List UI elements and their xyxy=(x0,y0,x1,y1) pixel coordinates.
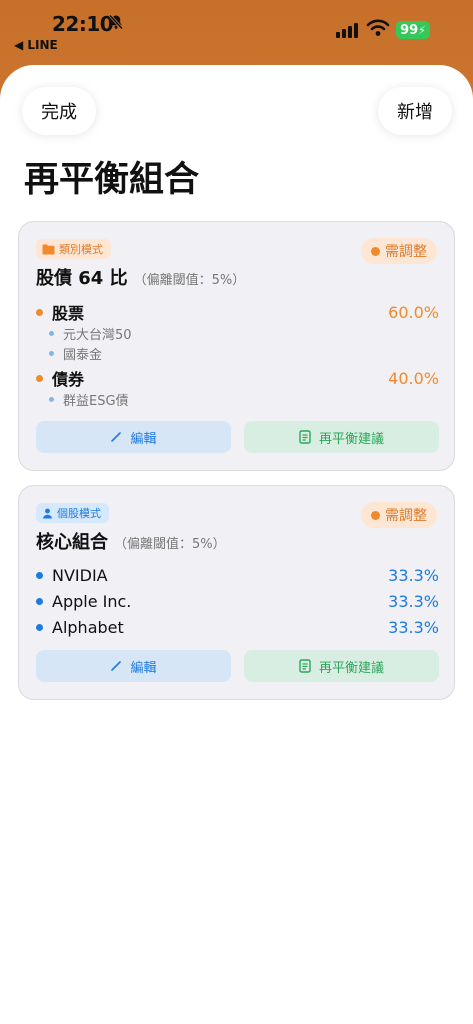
rebalance-suggestion-button[interactable]: 再平衡建議 xyxy=(244,650,439,682)
folder-icon xyxy=(42,244,55,254)
portfolio-name: 核心組合 xyxy=(36,532,108,553)
holding-name: Alphabet xyxy=(52,617,124,637)
holding-row-nvidia: NVIDIA 33.3% xyxy=(36,563,439,587)
edit-label: 編輯 xyxy=(130,660,157,676)
bullet-icon xyxy=(36,308,43,316)
bullet-icon xyxy=(36,571,43,579)
threshold-label: （偏離閾值：5%） xyxy=(114,537,226,552)
holding-row: 群益ESG債 xyxy=(49,389,129,409)
charging-bolt-icon: ⚡ xyxy=(418,23,426,37)
bullet-icon xyxy=(36,374,43,382)
mode-label: 類別模式 xyxy=(59,243,103,256)
bullet-icon xyxy=(36,597,43,605)
status-label: 需調整 xyxy=(385,508,427,524)
holding-name: 國泰金 xyxy=(63,347,103,363)
category-name: 債券 xyxy=(52,370,85,389)
status-bar: 22:10 ◀ LINE 99 ⚡ xyxy=(0,0,473,62)
holding-name: 群益ESG債 xyxy=(63,393,129,409)
wifi-icon xyxy=(366,16,390,42)
holding-row-alphabet: Alphabet 33.3% xyxy=(36,615,439,639)
cellular-signal-icon xyxy=(336,22,358,38)
holding-percent: 33.3% xyxy=(388,617,439,637)
holding-percent: 33.3% xyxy=(388,591,439,611)
holding-percent: 33.3% xyxy=(388,565,439,585)
status-label: 需調整 xyxy=(385,244,427,260)
portfolio-title: 核心組合 （偏離閾值：5%） xyxy=(36,528,226,554)
battery-indicator: 99 ⚡ xyxy=(396,21,430,39)
battery-level: 99 xyxy=(400,22,419,38)
category-name: 股票 xyxy=(52,304,85,323)
pencil-icon xyxy=(111,432,122,442)
status-time: 22:10 xyxy=(52,12,114,36)
document-icon xyxy=(299,430,311,444)
portfolio-card-2[interactable]: 個股模式 需調整 核心組合 （偏離閾值：5%） NVIDIA 33.3% Appl… xyxy=(18,485,455,700)
bullet-icon xyxy=(49,330,54,336)
rebalance-suggestion-button[interactable]: 再平衡建議 xyxy=(244,421,439,453)
category-percent: 60.0% xyxy=(388,302,439,322)
rebalance-label: 再平衡建議 xyxy=(318,660,384,676)
rebalance-label: 再平衡建議 xyxy=(318,431,384,447)
bullet-icon xyxy=(36,623,43,631)
category-mode-badge: 類別模式 xyxy=(36,239,111,259)
document-icon xyxy=(299,659,311,673)
holding-name: NVIDIA xyxy=(52,565,108,585)
bullet-icon xyxy=(49,396,54,402)
done-button[interactable]: 完成 xyxy=(22,87,96,135)
holding-name: Apple Inc. xyxy=(52,591,132,611)
modal-sheet: 完成 新增 再平衡組合 類別模式 需調整 股債 64 比 （偏離閾值：5%） 股票… xyxy=(0,65,473,1024)
threshold-label: （偏離閾值：5%） xyxy=(133,273,246,288)
holding-name: 元大台灣50 xyxy=(63,327,132,343)
bell-muted-icon xyxy=(108,14,124,34)
status-dot-icon xyxy=(371,510,380,520)
holding-row-apple: Apple Inc. 33.3% xyxy=(36,589,439,613)
pencil-icon xyxy=(111,661,122,671)
portfolio-name: 股債 64 比 xyxy=(36,268,128,289)
category-row-bonds: 債券 40.0% xyxy=(36,366,439,390)
stock-mode-badge: 個股模式 xyxy=(36,503,109,523)
edit-button[interactable]: 編輯 xyxy=(36,650,231,682)
portfolio-title: 股債 64 比 （偏離閾值：5%） xyxy=(36,264,245,290)
back-to-app-link[interactable]: ◀ LINE xyxy=(14,38,58,52)
status-badge: 需調整 xyxy=(361,238,437,264)
person-icon xyxy=(43,508,52,518)
edit-label: 編輯 xyxy=(130,431,157,447)
bullet-icon xyxy=(49,350,54,356)
status-badge: 需調整 xyxy=(361,502,437,528)
holding-row: 國泰金 xyxy=(49,343,102,363)
portfolio-card-1[interactable]: 類別模式 需調整 股債 64 比 （偏離閾值：5%） 股票 60.0% 元大台灣5… xyxy=(18,221,455,471)
holding-row: 元大台灣50 xyxy=(49,323,132,343)
category-row-stocks: 股票 60.0% xyxy=(36,300,439,324)
add-button[interactable]: 新增 xyxy=(378,87,452,135)
status-dot-icon xyxy=(371,246,380,256)
edit-button[interactable]: 編輯 xyxy=(36,421,231,453)
category-percent: 40.0% xyxy=(388,368,439,388)
page-title: 再平衡組合 xyxy=(24,160,200,200)
mode-label: 個股模式 xyxy=(57,507,101,520)
